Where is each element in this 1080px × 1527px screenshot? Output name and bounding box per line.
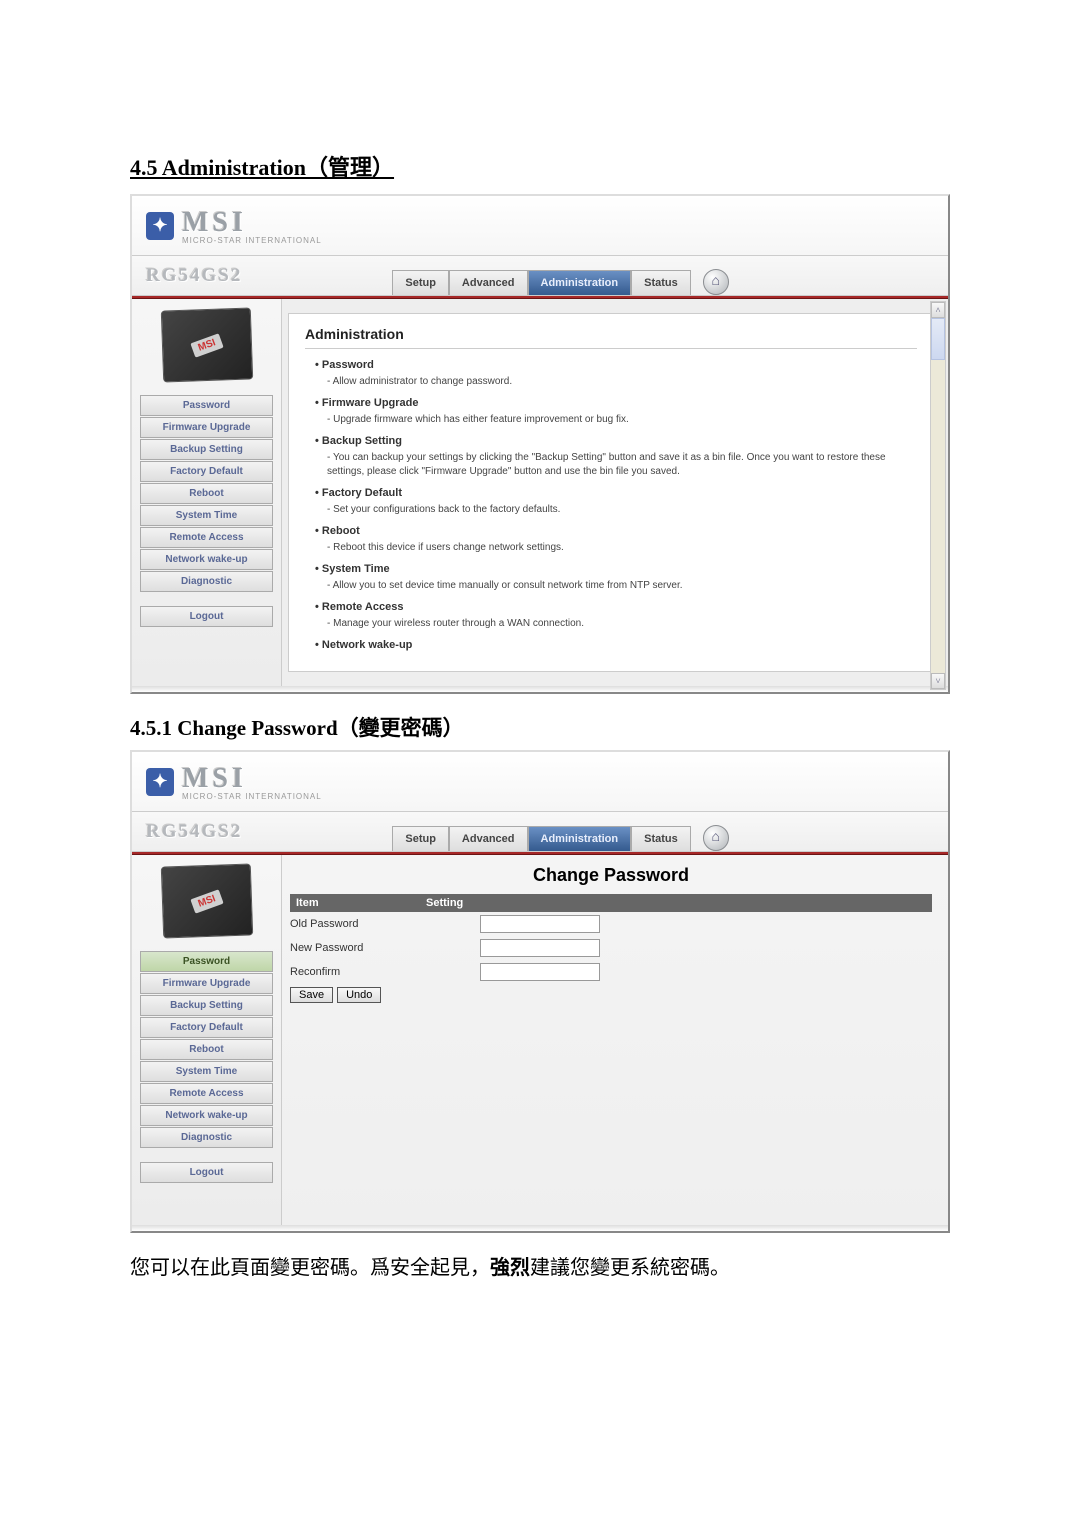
footer-note: 您可以在此頁面變更密碼。爲安全起見，強烈建議您變更系統密碼。 xyxy=(130,1251,950,1280)
desc-systime: Allow you to set device time manually or… xyxy=(327,579,917,593)
sub-heading: 4.5.1 Change Password（變更密碼） xyxy=(130,712,950,742)
home-icon[interactable]: ⌂ xyxy=(703,825,729,851)
grp-firmware: Firmware Upgrade xyxy=(322,397,419,409)
product-row: RG54GS2 Setup Advanced Administration St… xyxy=(132,256,948,296)
footer-note-post: 建議您變更系統密碼。 xyxy=(530,1257,730,1279)
sidebar-item-remote-access[interactable]: Remote Access xyxy=(140,1083,273,1104)
home-icon[interactable]: ⌂ xyxy=(703,269,729,295)
desc-backup: You can backup your settings by clicking… xyxy=(327,451,917,479)
product-row-2: RG54GS2 Setup Advanced Administration St… xyxy=(132,812,948,852)
sidebar-item-firmware-upgrade[interactable]: Firmware Upgrade xyxy=(140,417,273,438)
footer-note-pre: 您可以在此頁面變更密碼。爲安全起見， xyxy=(130,1257,490,1279)
sidebar-item-backup-setting[interactable]: Backup Setting xyxy=(140,995,273,1016)
tab-setup[interactable]: Setup xyxy=(392,826,449,851)
row-buttons: SaveUndo xyxy=(290,984,932,1006)
sidebar-logout[interactable]: Logout xyxy=(140,606,273,627)
section-heading: 4.5 Administration（管理） xyxy=(130,150,950,182)
product-model: RG54GS2 xyxy=(146,821,242,843)
scrollbar[interactable]: ˄ ˅ xyxy=(930,301,946,690)
tab-status[interactable]: Status xyxy=(631,270,691,295)
desc-remote: Manage your wireless router through a WA… xyxy=(327,617,917,631)
product-model: RG54GS2 xyxy=(146,265,242,287)
desc-reboot: Reboot this device if users change netwo… xyxy=(327,541,917,555)
col-item: Item xyxy=(290,894,420,912)
brand-name: MSI xyxy=(182,207,322,239)
table-header: Item Setting xyxy=(290,894,932,912)
row-new-password: New Password xyxy=(290,936,932,960)
content-changepw: Change Password Item Setting Old Passwor… xyxy=(282,855,948,1225)
sidebar-item-factory-default[interactable]: Factory Default xyxy=(140,461,273,482)
tab-advanced[interactable]: Advanced xyxy=(449,826,528,851)
new-password-field[interactable] xyxy=(480,939,600,957)
label-new-password: New Password xyxy=(290,942,420,954)
router-panel-changepw: ✦ MSI MICRO-STAR INTERNATIONAL RG54GS2 S… xyxy=(130,750,950,1233)
content-title: Administration xyxy=(305,326,917,349)
row-old-password: Old Password xyxy=(290,912,932,936)
scroll-up-icon[interactable]: ˄ xyxy=(931,302,945,318)
desc-firmware: Upgrade firmware which has either featur… xyxy=(327,413,917,427)
grp-backup: Backup Setting xyxy=(322,435,402,447)
reconfirm-field[interactable] xyxy=(480,963,600,981)
brand-logo-icon: ✦ xyxy=(146,768,174,796)
sidebar-item-system-time[interactable]: System Time xyxy=(140,1061,273,1082)
undo-button[interactable]: Undo xyxy=(337,987,381,1003)
device-icon: MSI xyxy=(160,307,252,382)
brand-logo-icon: ✦ xyxy=(146,212,174,240)
sidebar-item-password[interactable]: Password xyxy=(140,395,273,416)
main-tabs-2: Setup Advanced Administration Status ⌂ xyxy=(392,812,728,851)
tab-administration[interactable]: Administration xyxy=(528,270,632,295)
grp-reboot: Reboot xyxy=(322,525,360,537)
label-reconfirm: Reconfirm xyxy=(290,966,420,978)
top-bar: ✦ MSI MICRO-STAR INTERNATIONAL xyxy=(132,196,948,256)
grp-remote: Remote Access xyxy=(322,601,404,613)
sidebar-item-remote-access[interactable]: Remote Access xyxy=(140,527,273,548)
main-tabs: Setup Advanced Administration Status ⌂ xyxy=(392,256,728,295)
grp-systime: System Time xyxy=(322,563,390,575)
sidebar: MSI Password Firmware Upgrade Backup Set… xyxy=(132,299,282,686)
row-reconfirm: Reconfirm xyxy=(290,960,932,984)
sidebar-item-network-wakeup[interactable]: Network wake-up xyxy=(140,1105,273,1126)
sidebar-item-system-time[interactable]: System Time xyxy=(140,505,273,526)
sidebar-item-password[interactable]: Password xyxy=(140,951,273,972)
tab-administration[interactable]: Administration xyxy=(528,826,632,851)
grp-wakeup: Network wake-up xyxy=(322,639,412,651)
sidebar-logout[interactable]: Logout xyxy=(140,1162,273,1183)
top-bar-2: ✦ MSI MICRO-STAR INTERNATIONAL xyxy=(132,752,948,812)
col-setting: Setting xyxy=(420,894,932,912)
sidebar-item-firmware-upgrade[interactable]: Firmware Upgrade xyxy=(140,973,273,994)
change-password-title: Change Password xyxy=(290,865,932,886)
tab-advanced[interactable]: Advanced xyxy=(449,270,528,295)
sidebar-2: MSI Password Firmware Upgrade Backup Set… xyxy=(132,855,282,1225)
scroll-thumb[interactable] xyxy=(931,318,945,360)
label-old-password: Old Password xyxy=(290,918,420,930)
sidebar-item-diagnostic[interactable]: Diagnostic xyxy=(140,1127,273,1148)
device-icon: MSI xyxy=(160,863,252,938)
desc-factory: Set your configurations back to the fact… xyxy=(327,503,917,517)
tab-status[interactable]: Status xyxy=(631,826,691,851)
desc-password: Allow administrator to change password. xyxy=(327,375,917,389)
tab-setup[interactable]: Setup xyxy=(392,270,449,295)
sidebar-item-network-wakeup[interactable]: Network wake-up xyxy=(140,549,273,570)
sidebar-item-diagnostic[interactable]: Diagnostic xyxy=(140,571,273,592)
brand-name: MSI xyxy=(182,763,322,795)
scroll-down-icon[interactable]: ˅ xyxy=(931,673,945,689)
brand-subtitle: MICRO-STAR INTERNATIONAL xyxy=(182,792,322,801)
old-password-field[interactable] xyxy=(480,915,600,933)
content-admin: Administration Password Allow administra… xyxy=(288,313,934,672)
sidebar-item-reboot[interactable]: Reboot xyxy=(140,1039,273,1060)
brand-subtitle: MICRO-STAR INTERNATIONAL xyxy=(182,236,322,245)
router-panel-admin: ✦ MSI MICRO-STAR INTERNATIONAL RG54GS2 S… xyxy=(130,194,950,694)
sidebar-item-factory-default[interactable]: Factory Default xyxy=(140,1017,273,1038)
save-button[interactable]: Save xyxy=(290,987,333,1003)
grp-password: Password xyxy=(322,359,374,371)
footer-note-bold: 強烈 xyxy=(490,1257,530,1279)
grp-factory: Factory Default xyxy=(322,487,402,499)
sidebar-item-backup-setting[interactable]: Backup Setting xyxy=(140,439,273,460)
sidebar-item-reboot[interactable]: Reboot xyxy=(140,483,273,504)
